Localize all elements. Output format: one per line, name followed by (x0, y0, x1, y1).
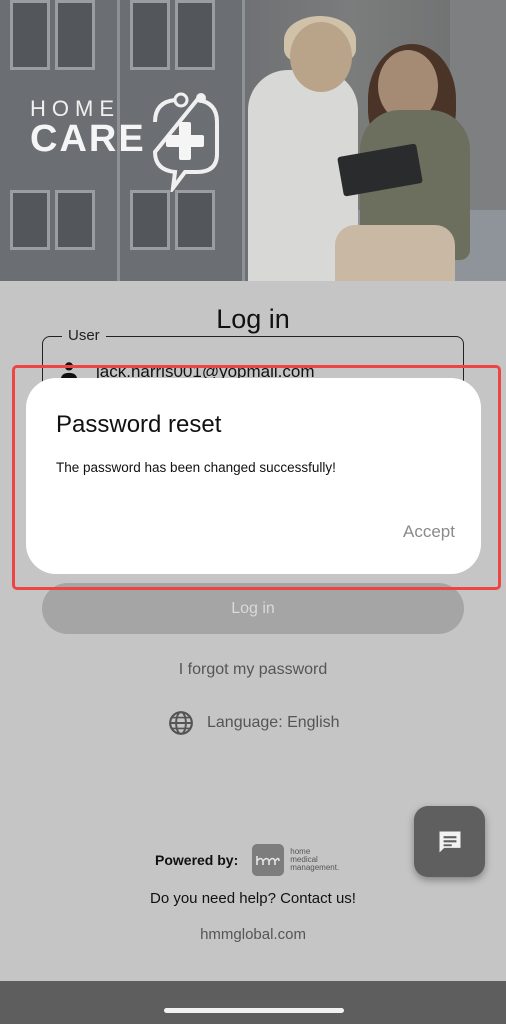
hmm-text-line: management. (290, 863, 340, 872)
bottom-bar (0, 981, 506, 1024)
hmm-logo-text: home medical management. (290, 848, 339, 872)
powered-by-label: Powered by: (155, 852, 239, 868)
chat-button[interactable] (414, 806, 485, 877)
logo-care-text: CARE (30, 118, 146, 160)
door-pane (175, 0, 215, 70)
highlight-box (12, 365, 501, 590)
hmm-wave-icon (256, 856, 281, 865)
powered-by: Powered by: home medical management. (155, 844, 339, 876)
home-indicator[interactable] (164, 1008, 344, 1013)
home-care-logo: HOME CARE (30, 92, 230, 192)
language-selector[interactable]: Language: English (168, 708, 340, 738)
website-link[interactable]: hmmglobal.com (0, 926, 506, 943)
globe-icon (169, 711, 193, 735)
doctor-head (290, 22, 352, 92)
door-pane (130, 190, 170, 250)
chat-bubble-icon (439, 831, 460, 852)
door-pane (55, 190, 95, 250)
patient-legs (335, 225, 455, 281)
hero-image: HOME CARE (0, 0, 506, 281)
language-label: Language: English (207, 714, 340, 731)
forgot-password-link[interactable]: I forgot my password (0, 661, 506, 679)
user-field-label: User (62, 327, 106, 344)
hmm-logo (252, 844, 285, 876)
login-button[interactable]: Log in (42, 583, 464, 634)
door-pane (10, 190, 50, 250)
door-pane (55, 0, 95, 70)
plus-speech-bubble-icon (152, 92, 219, 192)
contact-help-link[interactable]: Do you need help? Contact us! (0, 890, 506, 907)
door-pane (130, 0, 170, 70)
door-pane (175, 190, 215, 250)
door-pane (10, 0, 50, 70)
